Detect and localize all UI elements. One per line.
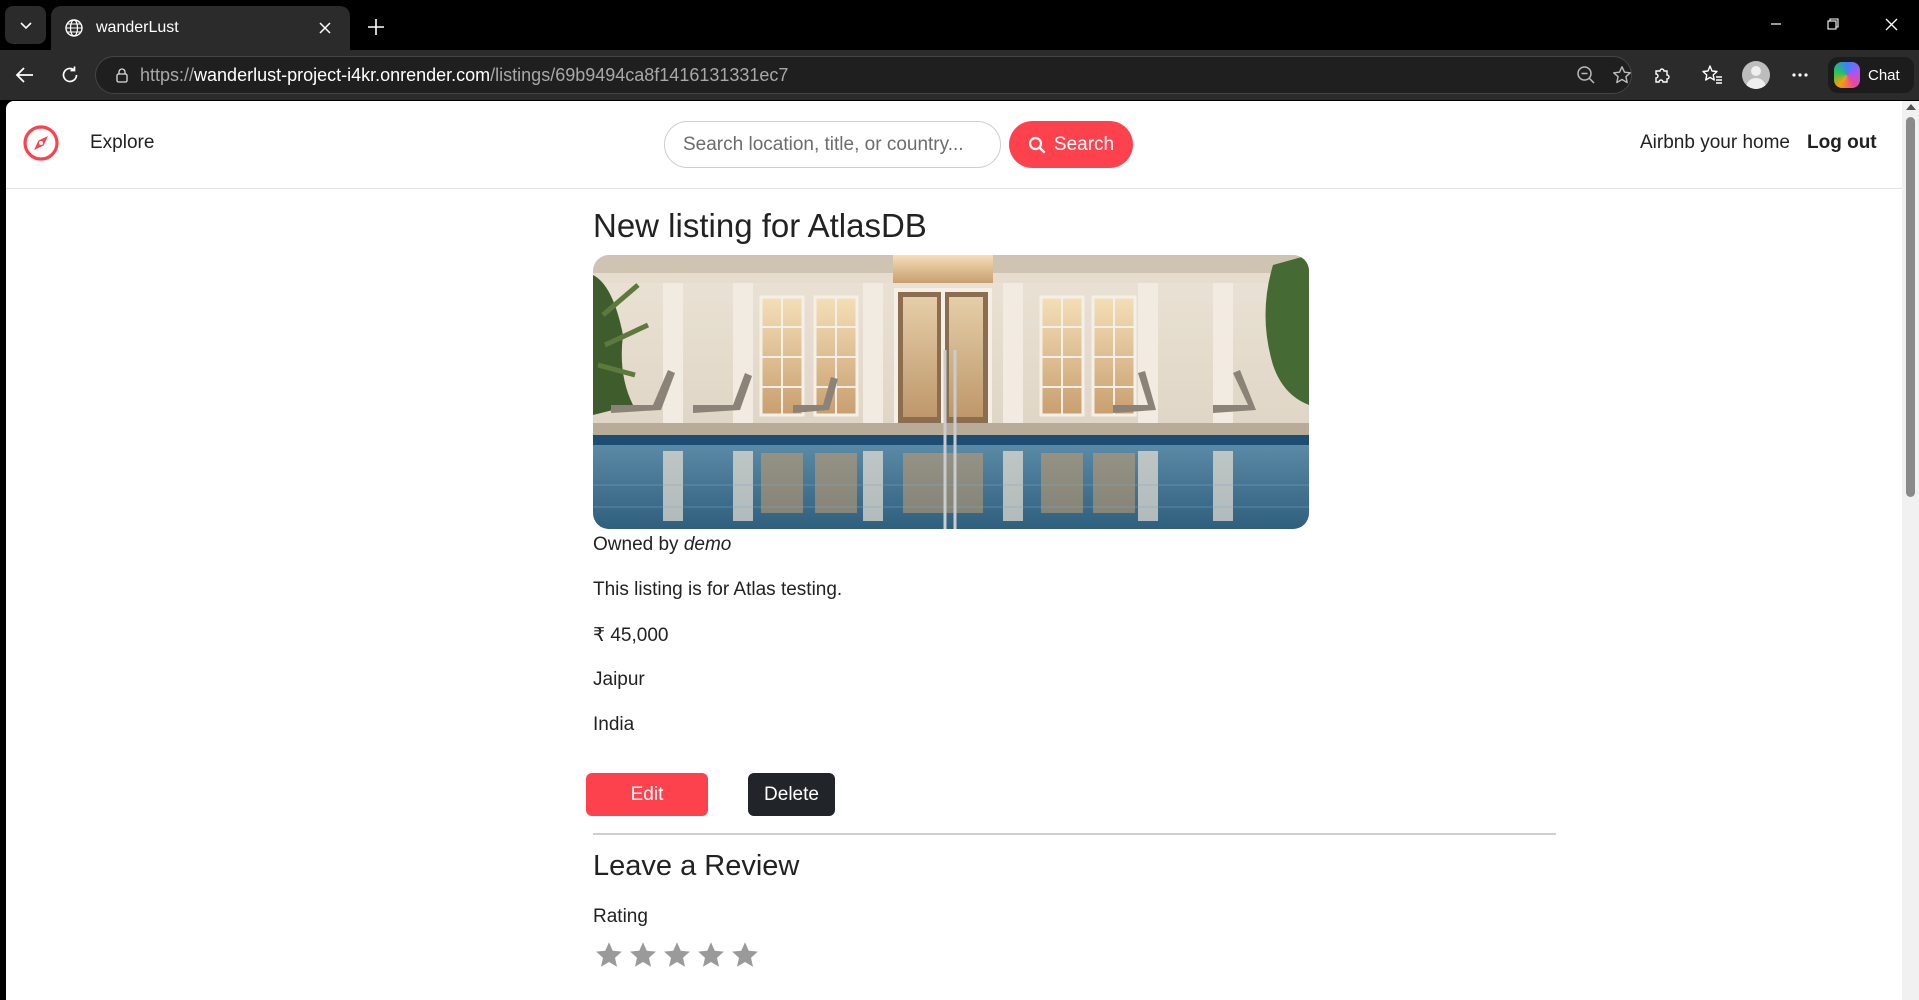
- restore-icon: [1827, 18, 1839, 30]
- url-host: wanderlust-project-i4kr.onrender.com: [194, 64, 491, 85]
- zoom-out-icon[interactable]: [1568, 57, 1604, 93]
- star-rating[interactable]: [593, 938, 761, 972]
- puzzle-icon: [1655, 68, 1670, 83]
- favorite-star-icon[interactable]: [1604, 57, 1640, 93]
- listing-owner: Owned by demo: [593, 534, 731, 556]
- owner-prefix: Owned by: [593, 534, 679, 555]
- edit-button[interactable]: Edit: [586, 773, 708, 816]
- close-icon: [319, 22, 331, 34]
- listing-description: This listing is for Atlas testing.: [593, 579, 843, 600]
- copilot-chat-button[interactable]: Chat: [1828, 57, 1914, 93]
- star-icon[interactable]: [627, 938, 659, 972]
- rating-label: Rating: [593, 906, 648, 927]
- compass-logo-icon[interactable]: [21, 123, 61, 163]
- scroll-up-arrow-icon[interactable]: [1906, 104, 1916, 110]
- search-input[interactable]: [664, 121, 1001, 168]
- nav-explore-link[interactable]: Explore: [90, 132, 154, 154]
- new-tab-button[interactable]: [360, 11, 392, 43]
- refresh-button[interactable]: [52, 57, 88, 93]
- url-path: /listings/69b9494ca8f1416131331ec7: [490, 64, 789, 85]
- minimize-icon: [1771, 23, 1781, 25]
- restore-button[interactable]: [1813, 6, 1853, 42]
- search-icon: [1028, 136, 1046, 153]
- listing-title: New listing for AtlasDB: [593, 207, 927, 244]
- minimize-button[interactable]: [1756, 6, 1796, 42]
- favorites-icon: [1702, 65, 1722, 84]
- site-navbar: Explore Search Airbnb your home Log out: [6, 101, 1902, 189]
- owner-name: demo: [683, 534, 732, 555]
- plus-icon: [368, 19, 384, 35]
- favorites-button[interactable]: [1694, 57, 1730, 93]
- tab-list-button[interactable]: [5, 6, 46, 44]
- extensions-button[interactable]: [1644, 57, 1680, 93]
- url-text[interactable]: https://wanderlust-project-i4kr.onrender…: [140, 65, 788, 86]
- section-divider: [593, 833, 1556, 835]
- nav-logout-link[interactable]: Log out: [1807, 132, 1877, 154]
- page-viewport: Explore Search Airbnb your home Log out …: [6, 101, 1919, 1000]
- star-icon[interactable]: [695, 938, 727, 972]
- close-window-button[interactable]: [1871, 6, 1911, 42]
- listing-location: Jaipur: [593, 669, 645, 690]
- listing-image: [593, 255, 1309, 529]
- nav-host-link[interactable]: Airbnb your home: [1640, 132, 1790, 154]
- more-icon: [1792, 73, 1808, 77]
- star-icon[interactable]: [729, 938, 761, 972]
- copilot-icon: [1834, 62, 1860, 88]
- profile-avatar[interactable]: [1742, 61, 1770, 89]
- search-button[interactable]: Search: [1009, 121, 1133, 168]
- site-info-icon[interactable]: [104, 57, 140, 93]
- more-options-button[interactable]: [1782, 57, 1818, 93]
- chat-label: Chat: [1868, 66, 1900, 84]
- review-heading: Leave a Review: [593, 850, 800, 882]
- url-scheme: https://: [140, 64, 195, 85]
- browser-tab-active[interactable]: wanderLust: [51, 6, 350, 50]
- globe-icon: [65, 19, 83, 37]
- page-scrollbar[interactable]: [1902, 101, 1919, 1000]
- listing-country: India: [593, 714, 635, 735]
- delete-button[interactable]: Delete: [748, 773, 835, 816]
- back-button[interactable]: [7, 57, 43, 93]
- star-icon[interactable]: [593, 938, 625, 972]
- browser-tabstrip: wanderLust: [0, 0, 1919, 50]
- browser-toolbar: https://wanderlust-project-i4kr.onrender…: [0, 50, 1919, 100]
- refresh-icon: [62, 66, 78, 83]
- chevron-down-icon: [19, 22, 32, 30]
- search-button-label: Search: [1053, 133, 1115, 155]
- arrow-left-icon: [15, 67, 33, 83]
- address-bar[interactable]: https://wanderlust-project-i4kr.onrender…: [95, 56, 1632, 94]
- close-tab-button[interactable]: [314, 17, 336, 39]
- scroll-thumb[interactable]: [1906, 117, 1915, 497]
- star-icon[interactable]: [661, 938, 693, 972]
- listing-price: ₹ 45,000: [593, 625, 669, 646]
- close-icon: [1885, 18, 1897, 30]
- tab-title: wanderLust: [96, 19, 179, 36]
